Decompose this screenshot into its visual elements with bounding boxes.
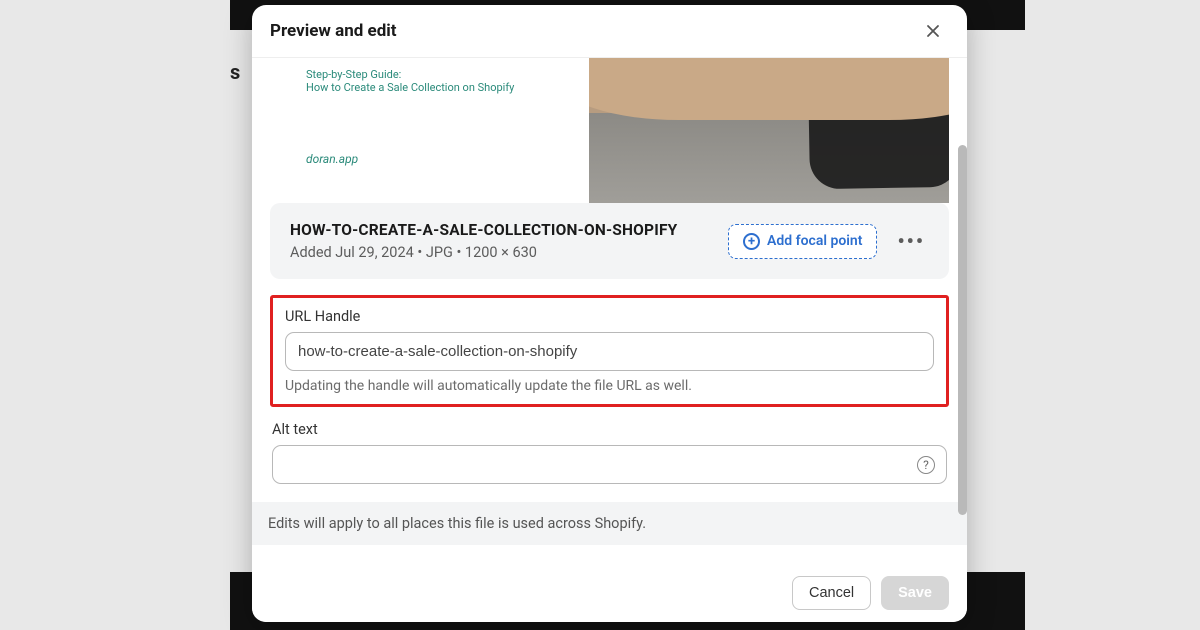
question-circle-icon: ? (923, 458, 929, 472)
alt-text-section: Alt text ? (270, 421, 949, 484)
file-meta-line: Added Jul 29, 2024 • JPG • 1200 × 630 (290, 244, 712, 261)
save-button[interactable]: Save (881, 576, 949, 610)
focal-point-label: Add focal point (767, 233, 862, 249)
preview-photo-panel (589, 58, 949, 203)
plus-circle-icon: + (743, 233, 760, 250)
modal-header: Preview and edit (252, 5, 967, 58)
alt-text-label: Alt text (272, 421, 947, 438)
preview-edit-modal: Preview and edit Step-by-Step Guide: How… (252, 5, 967, 622)
close-button[interactable] (921, 19, 945, 43)
alt-text-help-button[interactable]: ? (917, 456, 935, 474)
preview-line2: How to Create a Sale Collection on Shopi… (306, 81, 577, 94)
dots-horizontal-icon: ••• (897, 229, 925, 253)
file-meta-text: HOW-TO-CREATE-A-SALE-COLLECTION-ON-SHOPI… (290, 221, 712, 261)
preview-text-panel: Step-by-Step Guide: How to Create a Sale… (270, 58, 589, 203)
info-banner: Edits will apply to all places this file… (252, 502, 967, 545)
modal-body: Step-by-Step Guide: How to Create a Sale… (252, 58, 967, 564)
preview-brand: doran.app (306, 152, 577, 166)
more-actions-button[interactable]: ••• (893, 225, 929, 257)
url-handle-help: Updating the handle will automatically u… (285, 378, 934, 394)
photo-desk (589, 58, 949, 120)
url-handle-input[interactable] (285, 332, 934, 371)
alt-text-input[interactable] (272, 445, 947, 484)
close-icon (925, 23, 941, 39)
modal-title: Preview and edit (270, 21, 397, 41)
add-focal-point-button[interactable]: + Add focal point (728, 224, 877, 259)
background-letter: s (230, 60, 240, 84)
image-preview: Step-by-Step Guide: How to Create a Sale… (270, 58, 949, 203)
scrollbar-thumb[interactable] (958, 145, 967, 515)
file-meta-card: HOW-TO-CREATE-A-SALE-COLLECTION-ON-SHOPI… (270, 203, 949, 279)
file-name: HOW-TO-CREATE-A-SALE-COLLECTION-ON-SHOPI… (290, 221, 712, 239)
url-handle-section-highlight: URL Handle Updating the handle will auto… (270, 295, 949, 407)
preview-line1: Step-by-Step Guide: (306, 68, 577, 81)
cancel-button[interactable]: Cancel (792, 576, 871, 610)
modal-footer: Cancel Save (252, 564, 967, 622)
url-handle-label: URL Handle (285, 308, 934, 325)
